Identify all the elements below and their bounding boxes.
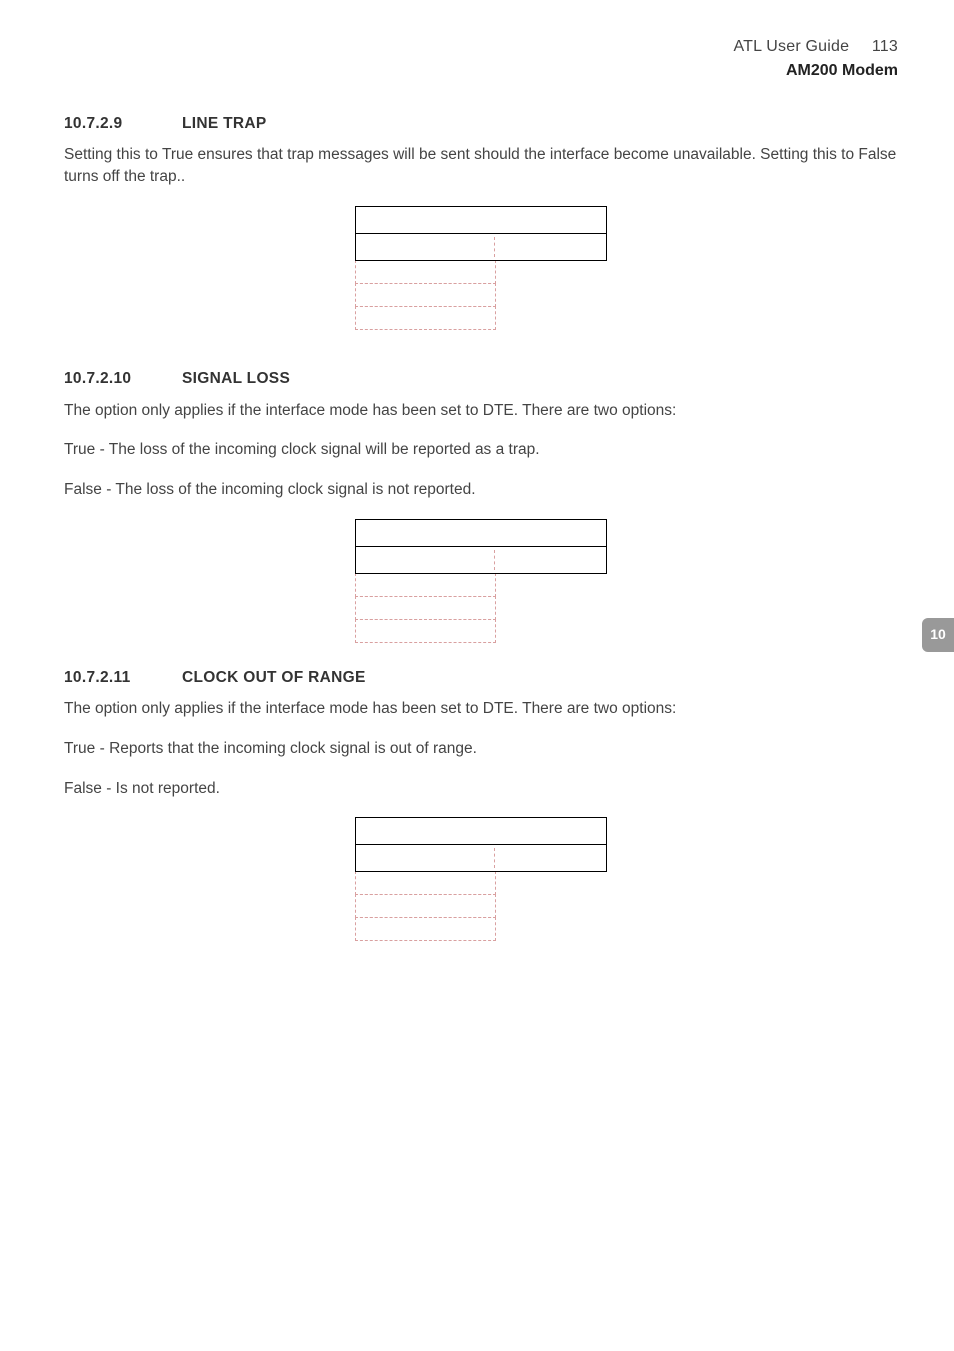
diagram-row: [355, 817, 607, 845]
product-name: AM200 Modem: [64, 60, 898, 82]
diagram-row: [355, 573, 496, 597]
section-number: 10.7.2.11: [64, 667, 142, 689]
diagram-row: [355, 917, 496, 941]
section-paragraph: The option only applies if the interface…: [64, 400, 898, 422]
diagram-row: [355, 871, 496, 895]
option-true: True - Reports that the incoming clock s…: [64, 738, 898, 760]
page-header: ATL User Guide 113 AM200 Modem: [64, 36, 898, 83]
section-number: 10.7.2.9: [64, 113, 142, 135]
document-page: ATL User Guide 113 AM200 Modem 10.7.2.9 …: [0, 0, 954, 1351]
diagram-row: [355, 845, 607, 872]
section-title: SIGNAL LOSS: [182, 368, 290, 390]
option-false: False - The loss of the incoming clock s…: [64, 479, 898, 501]
diagram-row: [355, 260, 496, 284]
chapter-tab-label: 10: [930, 625, 946, 645]
section-paragraph: Setting this to True ensures that trap m…: [64, 144, 898, 187]
diagram-row: [355, 283, 496, 307]
diagram-row: [355, 894, 496, 918]
diagram-row: [355, 519, 607, 547]
option-false: False - Is not reported.: [64, 778, 898, 800]
diagram-row: [355, 619, 496, 643]
diagram-row: [355, 547, 607, 574]
menu-diagram: [355, 519, 607, 643]
section-heading: 10.7.2.11 CLOCK OUT OF RANGE: [64, 667, 898, 689]
diagram-row: [355, 234, 607, 261]
section-title: CLOCK OUT OF RANGE: [182, 667, 366, 689]
section-number: 10.7.2.10: [64, 368, 142, 390]
section-title: LINE TRAP: [182, 113, 267, 135]
option-true: True - The loss of the incoming clock si…: [64, 439, 898, 461]
section-heading: 10.7.2.10 SIGNAL LOSS: [64, 368, 898, 390]
menu-diagram: [355, 817, 607, 941]
page-number: 113: [872, 38, 898, 55]
diagram-row: [355, 206, 607, 234]
diagram-row: [355, 596, 496, 620]
guide-name: ATL User Guide: [734, 38, 850, 55]
header-line-1: ATL User Guide 113: [64, 36, 898, 58]
section-heading: 10.7.2.9 LINE TRAP: [64, 113, 898, 135]
menu-diagram: [355, 206, 607, 330]
diagram-row: [355, 306, 496, 330]
section-paragraph: The option only applies if the interface…: [64, 698, 898, 720]
chapter-tab: 10: [922, 618, 954, 652]
